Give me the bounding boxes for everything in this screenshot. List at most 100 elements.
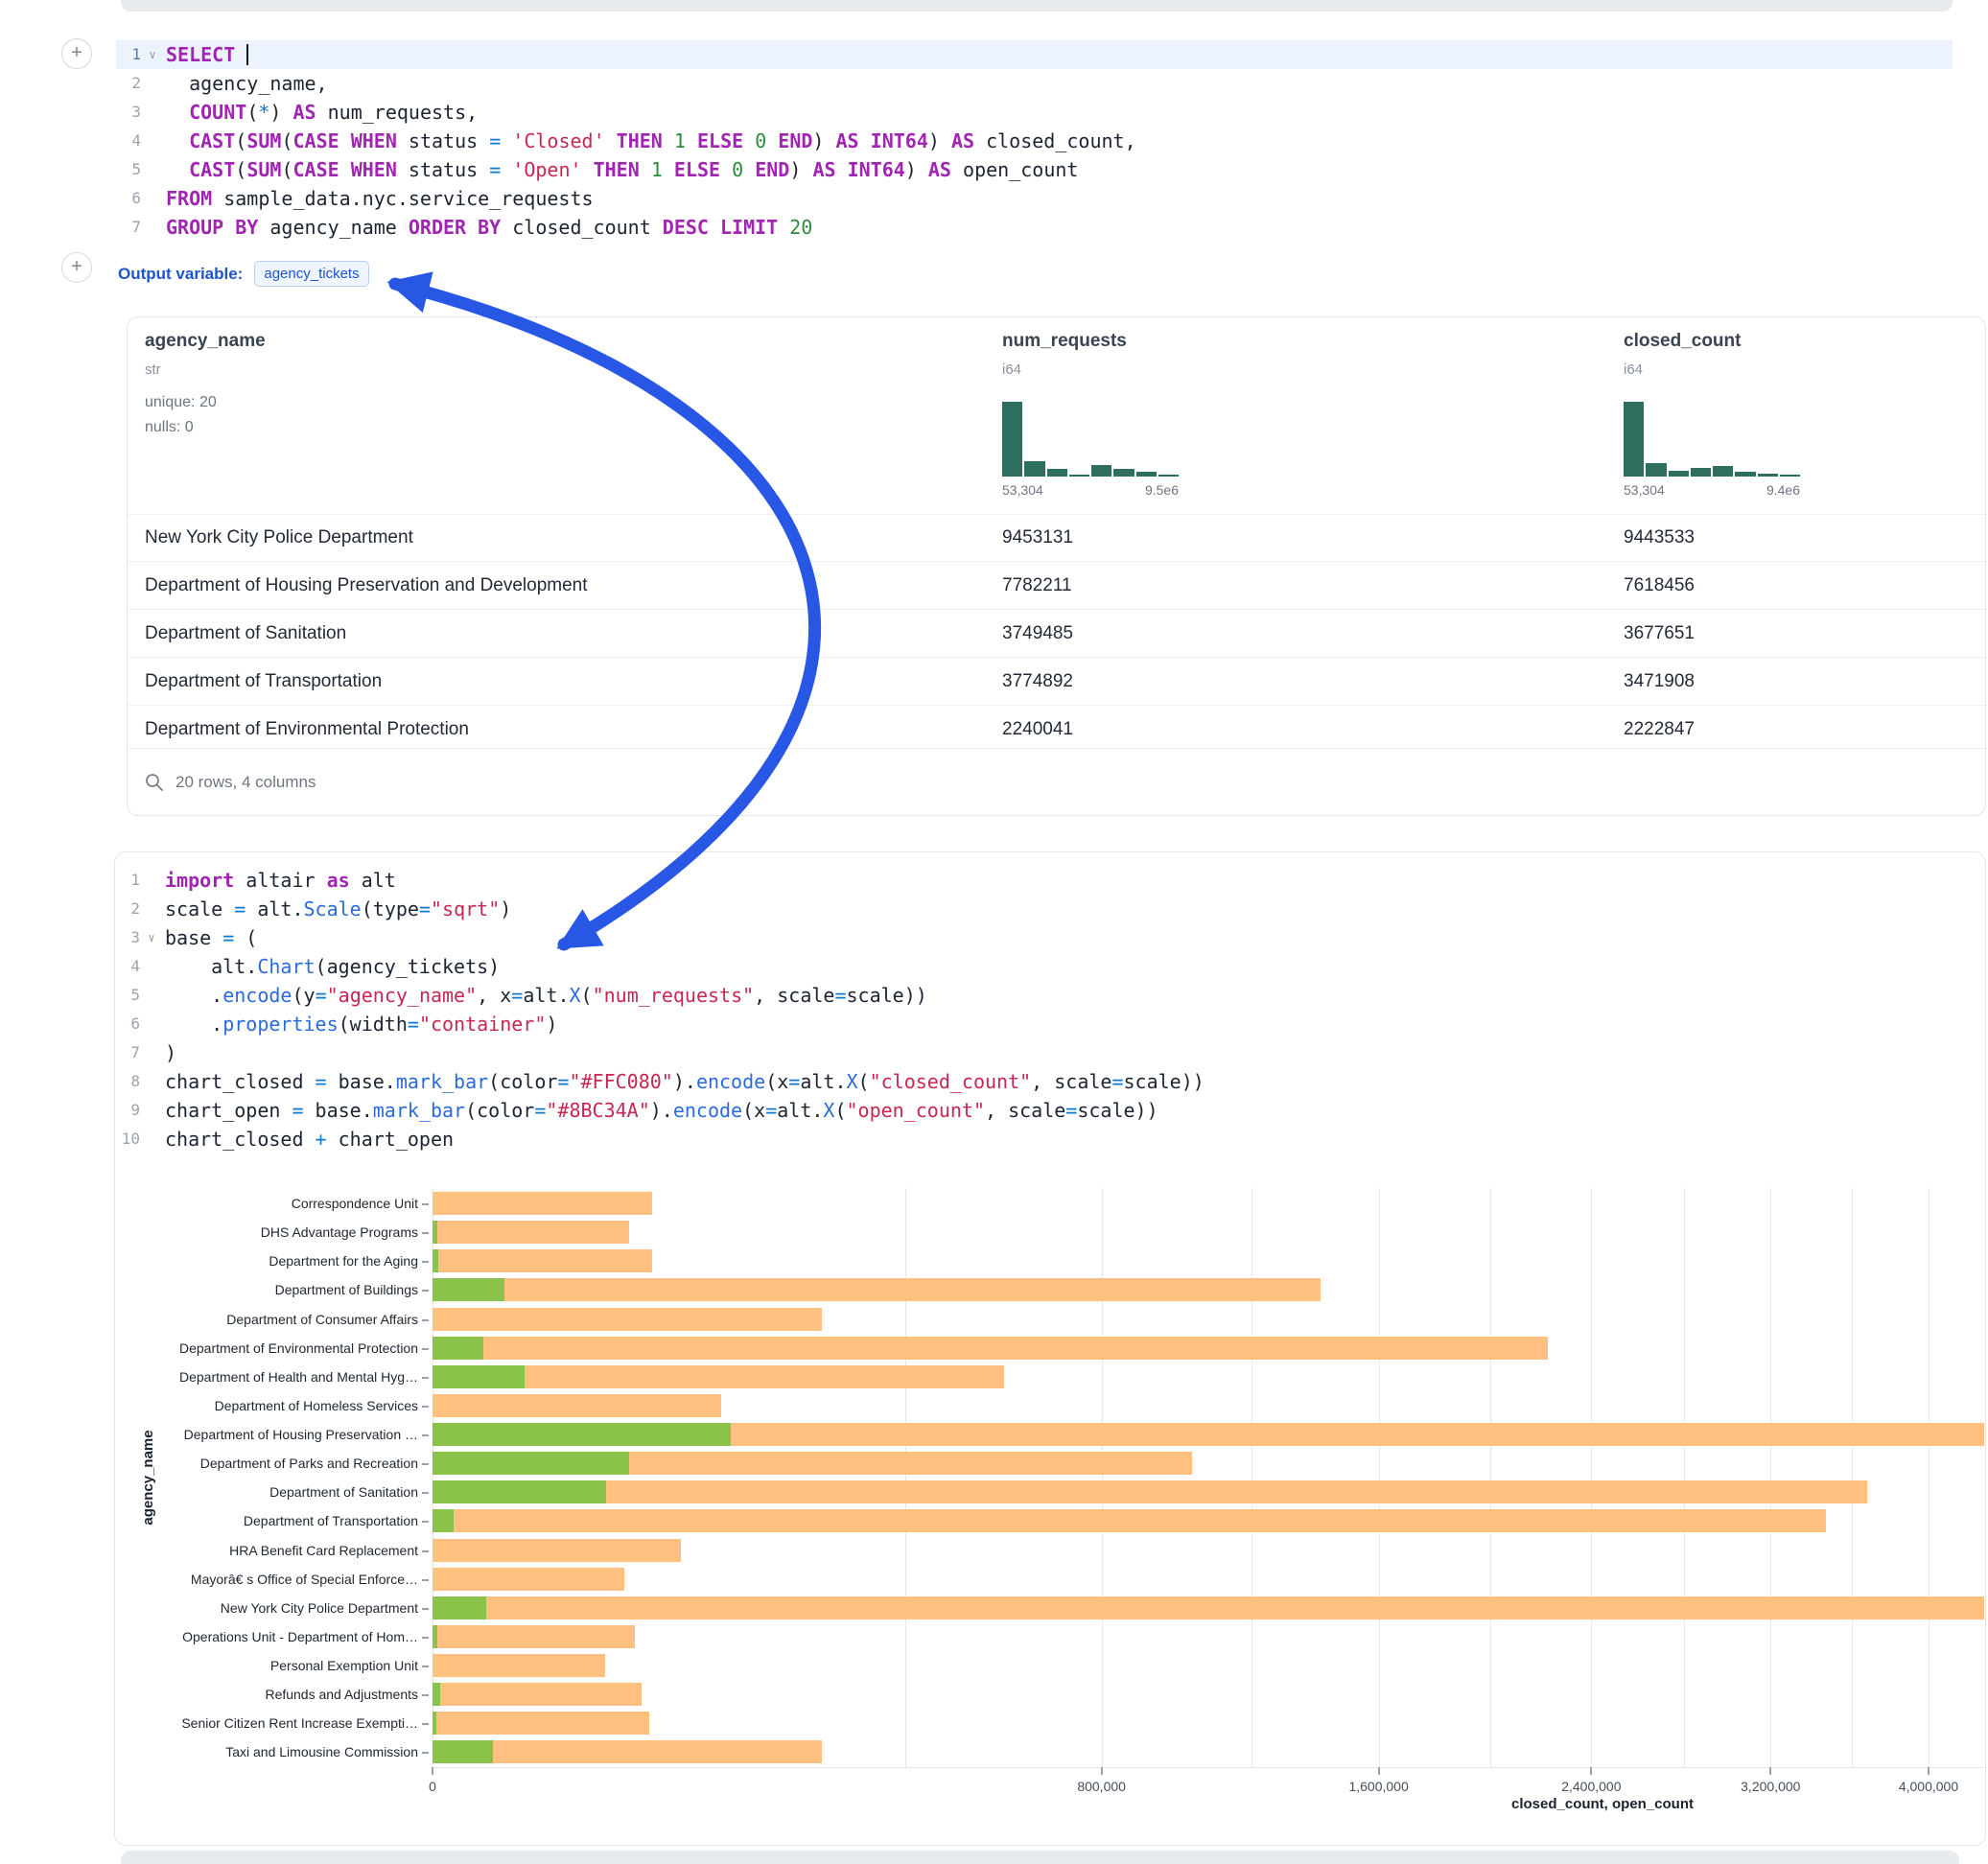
next-cell-edge bbox=[121, 1851, 1959, 1864]
y-axis-label: Department of Environmental Protection bbox=[134, 1340, 418, 1357]
table-row[interactable]: Department of Housing Preservation and D… bbox=[128, 561, 1985, 609]
code-text: scale = alt.Scale(type="sqrt") bbox=[163, 895, 511, 923]
code-text: CAST(SUM(CASE WHEN status = 'Closed' THE… bbox=[164, 127, 1136, 155]
code-line[interactable]: 4 CAST(SUM(CASE WHEN status = 'Closed' T… bbox=[116, 127, 1953, 155]
fold-spacer bbox=[140, 866, 163, 895]
gridline bbox=[1379, 1188, 1380, 1767]
code-line[interactable]: 4 alt.Chart(agency_tickets) bbox=[115, 952, 1983, 981]
table-row[interactable]: Department of Environmental Protection22… bbox=[128, 705, 1985, 753]
output-variable-row: Output variable: agency_tickets bbox=[118, 261, 369, 287]
column-stat: nulls: 0 bbox=[145, 419, 194, 436]
y-axis-tick bbox=[422, 1203, 429, 1205]
table-cell: 2222847 bbox=[1624, 706, 1695, 753]
add-cell-button[interactable]: + bbox=[61, 252, 92, 283]
code-line[interactable]: 10chart_closed + chart_open bbox=[115, 1125, 1983, 1153]
y-axis-label: Operations Unit - Department of Hom… bbox=[134, 1628, 418, 1645]
code-line[interactable]: 3∨base = ( bbox=[115, 923, 1983, 952]
code-line[interactable]: 6FROM sample_data.nyc.service_requests bbox=[116, 184, 1953, 213]
code-line[interactable]: 8chart_closed = base.mark_bar(color="#FF… bbox=[115, 1067, 1983, 1096]
table-column-header[interactable]: closed_counti6453,3049.4e6 bbox=[1624, 317, 1844, 514]
fold-chevron-icon[interactable]: ∨ bbox=[140, 923, 163, 952]
gridline bbox=[1102, 1188, 1103, 1767]
y-axis-title: agency_name bbox=[140, 1382, 159, 1573]
code-line[interactable]: 1import altair as alt bbox=[115, 866, 1983, 895]
fold-spacer bbox=[140, 895, 163, 923]
x-axis-tick-label: 2,400,000 bbox=[1524, 1779, 1658, 1794]
notebook-canvas: + + 1∨SELECT 2 agency_name,3 COUNT(*) AS… bbox=[0, 0, 1988, 1864]
code-line[interactable]: 7GROUP BY agency_name ORDER BY closed_co… bbox=[116, 213, 1953, 242]
line-number: 9 bbox=[115, 1096, 140, 1125]
y-axis-tick bbox=[422, 1319, 429, 1321]
histogram-bar bbox=[1691, 468, 1711, 477]
add-cell-button[interactable]: + bbox=[61, 38, 92, 69]
column-name: closed_count bbox=[1624, 331, 1741, 352]
code-line[interactable]: 5 .encode(y="agency_name", x=alt.X("num_… bbox=[115, 981, 1983, 1010]
table-column-header[interactable]: agency_namestrunique: 20nulls: 0 bbox=[145, 317, 365, 514]
bar-closed bbox=[433, 1308, 822, 1331]
code-line[interactable]: 1∨SELECT bbox=[116, 40, 1953, 69]
y-axis-tick bbox=[422, 1348, 429, 1350]
histogram-bar bbox=[1002, 402, 1022, 477]
bar-open bbox=[433, 1509, 454, 1532]
sql-editor-cell[interactable]: 1∨SELECT 2 agency_name,3 COUNT(*) AS num… bbox=[116, 40, 1953, 242]
code-line[interactable]: 9 chart_open = base.mark_bar(color="#8BC3… bbox=[115, 1096, 1983, 1125]
x-axis-tick-label: 1,600,000 bbox=[1312, 1779, 1446, 1794]
gridline bbox=[1490, 1188, 1491, 1767]
fold-chevron-icon[interactable]: ∨ bbox=[141, 40, 164, 69]
line-number: 1 bbox=[115, 866, 140, 895]
y-axis-tick bbox=[422, 1550, 429, 1552]
y-axis-label: Department of Parks and Recreation bbox=[134, 1455, 418, 1472]
python-editor[interactable]: 1import altair as alt2 scale = alt.Scale(… bbox=[115, 866, 1983, 1153]
table-column-header[interactable]: num_requestsi6453,3049.5e6 bbox=[1002, 317, 1223, 514]
y-axis-tick bbox=[422, 1406, 429, 1408]
y-axis-label: Department of Housing Preservation … bbox=[134, 1426, 418, 1443]
y-axis-label: Correspondence Unit bbox=[134, 1195, 418, 1212]
bar-open bbox=[433, 1221, 437, 1244]
y-axis-tick bbox=[422, 1637, 429, 1639]
code-line[interactable]: 2 agency_name, bbox=[116, 69, 1953, 98]
y-axis-label: Mayorâ€ s Office of Special Enforce… bbox=[134, 1571, 418, 1588]
line-number: 3 bbox=[115, 923, 140, 952]
search-icon[interactable] bbox=[145, 773, 164, 792]
column-type: i64 bbox=[1002, 361, 1021, 378]
code-line[interactable]: 6 .properties(width="container") bbox=[115, 1010, 1983, 1038]
bar-closed bbox=[433, 1192, 652, 1215]
table-cell: Department of Housing Preservation and D… bbox=[145, 562, 588, 609]
column-name: num_requests bbox=[1002, 331, 1127, 352]
chart-plot-area bbox=[433, 1188, 1984, 1768]
bar-open bbox=[433, 1365, 525, 1388]
fold-spacer bbox=[140, 981, 163, 1010]
bar-open bbox=[433, 1712, 436, 1735]
bar-open bbox=[433, 1480, 606, 1503]
bar-closed bbox=[433, 1480, 1867, 1503]
table-row[interactable]: Department of Transportation377489234719… bbox=[128, 657, 1985, 705]
y-axis-label: Department of Consumer Affairs bbox=[134, 1311, 418, 1328]
table-row[interactable]: New York City Police Department945313194… bbox=[128, 514, 1985, 561]
bar-closed bbox=[433, 1394, 721, 1417]
histogram-bar bbox=[1069, 475, 1089, 477]
fold-spacer bbox=[141, 213, 164, 242]
histogram-bar bbox=[1047, 469, 1067, 477]
code-line[interactable]: 3 COUNT(*) AS num_requests, bbox=[116, 98, 1953, 127]
bar-open bbox=[433, 1625, 437, 1648]
y-axis-label: New York City Police Department bbox=[134, 1599, 418, 1617]
line-number: 4 bbox=[116, 127, 141, 155]
code-line[interactable]: 2 scale = alt.Scale(type="sqrt") bbox=[115, 895, 1983, 923]
code-line[interactable]: 5 CAST(SUM(CASE WHEN status = 'Open' THE… bbox=[116, 155, 1953, 184]
code-text: chart_closed = base.mark_bar(color="#FFC… bbox=[163, 1067, 1204, 1096]
x-axis-tick-label: 800,000 bbox=[1035, 1779, 1169, 1794]
line-number: 2 bbox=[115, 895, 140, 923]
output-variable-chip[interactable]: agency_tickets bbox=[254, 261, 368, 287]
histogram-bar bbox=[1624, 402, 1644, 477]
gridline bbox=[1929, 1188, 1930, 1767]
y-axis-label: Department of Homeless Services bbox=[134, 1397, 418, 1414]
line-number: 5 bbox=[116, 155, 141, 184]
bar-open bbox=[433, 1683, 440, 1706]
table-row[interactable]: Department of Sanitation37494853677651 bbox=[128, 609, 1985, 657]
x-axis-tick-label: 4,000,000 bbox=[1861, 1779, 1986, 1794]
column-histogram bbox=[1002, 402, 1179, 477]
code-text: chart_open = base.mark_bar(color="#8BC34… bbox=[163, 1096, 1158, 1125]
histogram-min: 53,304 bbox=[1624, 482, 1665, 498]
histogram-min: 53,304 bbox=[1002, 482, 1043, 498]
code-line[interactable]: 7) bbox=[115, 1038, 1983, 1067]
